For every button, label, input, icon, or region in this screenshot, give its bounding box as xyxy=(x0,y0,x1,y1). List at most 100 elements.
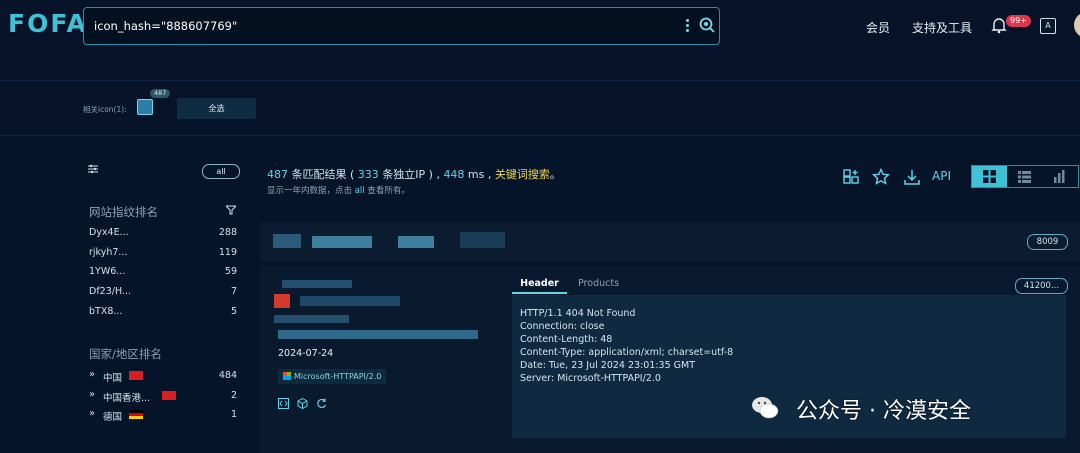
country-count: 1 xyxy=(230,409,237,420)
search-box[interactable] xyxy=(83,7,720,45)
redacted-host xyxy=(312,236,372,248)
result-date: 2024-07-24 xyxy=(278,348,334,359)
fingerprint-count: 59 xyxy=(224,266,237,277)
more-vertical-icon[interactable] xyxy=(684,18,690,34)
tab-header[interactable]: Header xyxy=(512,278,567,294)
icon-count-badge: 487 xyxy=(150,89,171,98)
tab-products[interactable]: Products xyxy=(578,278,619,289)
redacted-info xyxy=(278,330,478,339)
search-icon[interactable] xyxy=(698,16,716,34)
translate-icon[interactable]: A xyxy=(1040,18,1056,34)
fingerprint-name: Df23/H... xyxy=(89,286,131,297)
result-summary: 487 条匹配结果 ( 333 条独立IP ) , 448 ms , 关键词搜索… xyxy=(267,166,561,182)
country-row[interactable]: » 中国香港... 2 xyxy=(89,389,237,404)
summary-text: 条独立IP ) , xyxy=(378,168,444,181)
country-count: 2 xyxy=(230,390,237,401)
view-toggle xyxy=(971,165,1079,188)
fingerprint-name: Dyx4E... xyxy=(89,227,129,238)
wechat-icon xyxy=(752,397,779,419)
keyword-search-link[interactable]: 关键词搜索 xyxy=(495,168,550,181)
header-line: Date: Tue, 23 Jul 2024 23:01:35 GMT xyxy=(520,360,696,371)
redacted-host xyxy=(273,234,301,248)
server-tag-label: Microsoft-HTTPAPI/2.0 xyxy=(294,372,382,381)
bar-chart-icon xyxy=(1054,170,1065,183)
redacted-info xyxy=(282,280,352,288)
country-name: 中国 xyxy=(103,373,123,384)
nav-membership[interactable]: 会员 xyxy=(866,19,890,36)
refresh-icon[interactable] xyxy=(316,398,327,409)
header-line: Content-Type: application/xml; charset=u… xyxy=(520,347,734,358)
result-subtext: 显示一年内数据，点击 all 查看所有。 xyxy=(267,184,410,196)
port-badge[interactable]: 8009 xyxy=(1027,234,1068,250)
fingerprint-count: 5 xyxy=(230,306,237,317)
star-icon[interactable] xyxy=(872,168,890,186)
microsoft-logo-icon xyxy=(283,372,291,380)
chevron-right-icon[interactable]: » xyxy=(89,408,95,419)
fingerprint-count: 7 xyxy=(230,286,237,297)
grid-view-button[interactable] xyxy=(972,166,1007,187)
grid-icon xyxy=(983,170,996,183)
redacted-flag xyxy=(274,294,290,308)
fingerprint-row[interactable]: bTX8... 5 xyxy=(89,306,237,320)
server-tag[interactable]: Microsoft-HTTPAPI/2.0 xyxy=(278,369,387,384)
http-header-panel: HTTP/1.1 404 Not Found Connection: close… xyxy=(512,295,1066,438)
chevron-right-icon[interactable]: » xyxy=(89,369,95,380)
country-name: 中国香港... xyxy=(103,393,151,404)
hong-kong-flag-icon xyxy=(162,391,176,400)
watermark-text: 公众号 · 冷漠安全 xyxy=(796,399,971,424)
code-icon[interactable] xyxy=(278,398,289,409)
germany-flag-icon xyxy=(129,410,143,419)
summary-text: 。 xyxy=(549,168,561,181)
fingerprint-row[interactable]: rjkyh7... 119 xyxy=(89,247,237,261)
search-input[interactable] xyxy=(92,8,656,44)
summary-text: 条匹配结果 ( xyxy=(288,168,358,181)
fingerprint-count: 119 xyxy=(218,247,237,258)
country-rank-title: 国家/地区排名 xyxy=(89,347,162,361)
hash-pill[interactable]: 41200... xyxy=(1015,278,1068,294)
header-line: HTTP/1.1 404 Not Found xyxy=(520,308,636,319)
fingerprint-row[interactable]: 1YW6... 59 xyxy=(89,266,237,280)
fingerprint-row[interactable]: Df23/H... 7 xyxy=(89,286,237,300)
subtext: 查看所有。 xyxy=(364,186,410,196)
fingerprint-name: rjkyh7... xyxy=(89,247,128,258)
fingerprint-rank-title: 网站指纹排名 xyxy=(89,205,158,219)
country-name: 德国 xyxy=(103,412,123,423)
favicon-thumbnail[interactable] xyxy=(137,99,153,115)
header-line: Connection: close xyxy=(520,321,605,332)
redacted-host xyxy=(460,232,505,248)
notification-badge: 99+ xyxy=(1006,15,1031,27)
result-card-header xyxy=(260,222,1080,262)
related-icon-label: 相关icon(1): xyxy=(83,105,127,114)
nav-support-tools[interactable]: 支持及工具 xyxy=(912,19,972,36)
api-button[interactable]: API xyxy=(932,169,951,183)
redacted-info xyxy=(300,296,400,306)
country-row[interactable]: » 德国 1 xyxy=(89,408,237,423)
summary-text: ms , xyxy=(464,168,495,181)
list-icon xyxy=(1018,171,1031,183)
download-icon[interactable] xyxy=(903,168,921,186)
fingerprint-name: bTX8... xyxy=(89,306,123,317)
funnel-icon[interactable] xyxy=(226,205,236,215)
all-toggle[interactable]: all xyxy=(202,164,240,179)
filter-settings-icon[interactable] xyxy=(88,164,98,174)
unique-ip-count: 333 xyxy=(357,168,379,181)
query-time: 448 xyxy=(443,168,465,181)
cube-icon[interactable] xyxy=(297,398,308,409)
redacted-info xyxy=(274,315,349,323)
redacted-host xyxy=(398,236,434,248)
fofa-logo[interactable]: FOFA xyxy=(8,9,88,38)
subtext: 显示一年内数据，点击 xyxy=(267,186,355,196)
china-flag-icon xyxy=(129,371,143,380)
show-all-link[interactable]: all xyxy=(355,186,365,196)
result-total: 487 xyxy=(267,168,288,181)
chart-view-button[interactable] xyxy=(1042,166,1077,187)
header-line: Server: Microsoft-HTTPAPI/2.0 xyxy=(520,373,661,384)
fingerprint-count: 288 xyxy=(218,227,237,238)
fingerprint-row[interactable]: Dyx4E... 288 xyxy=(89,227,237,241)
fingerprint-name: 1YW6... xyxy=(89,266,126,277)
select-all-button[interactable]: 全选 xyxy=(177,98,256,119)
country-row[interactable]: » 中国 484 xyxy=(89,369,237,384)
grid-plus-icon[interactable] xyxy=(842,168,860,186)
chevron-right-icon[interactable]: » xyxy=(89,389,95,400)
list-view-button[interactable] xyxy=(1007,166,1042,187)
